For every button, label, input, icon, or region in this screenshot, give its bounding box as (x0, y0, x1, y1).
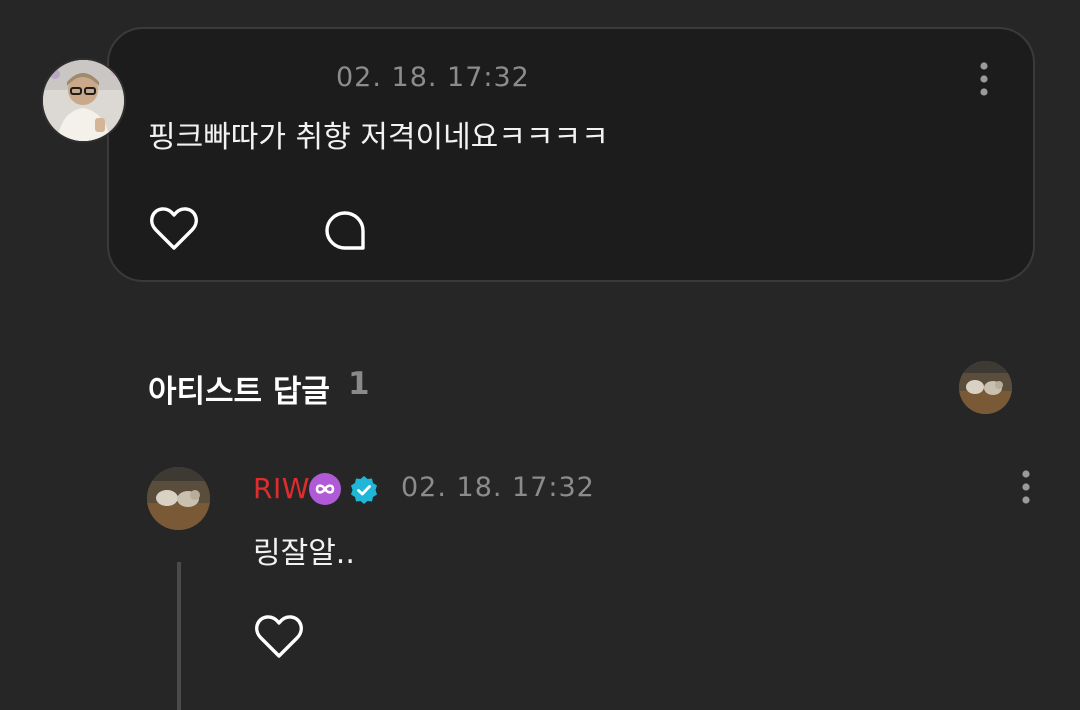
comment-like-button[interactable] (148, 204, 200, 254)
reply-author-avatar[interactable] (147, 467, 210, 530)
fan-avatar-photo (43, 60, 124, 141)
kebab-menu-icon (1022, 470, 1030, 504)
heart-outline-icon (150, 207, 198, 250)
comment-more-button[interactable] (974, 60, 994, 100)
artist-replies-title: 아티스트 답글 (148, 374, 330, 410)
verified-check-icon (348, 474, 380, 506)
artist-reply-page: 02. 18. 17:32 핑크빠따가 취향 저격이네요ㅋㅋㅋㅋ 아티스트 답글… (0, 0, 1080, 710)
reply-thread-line (177, 562, 181, 710)
artist-photo-avatar (959, 361, 1012, 414)
reply-like-button[interactable] (253, 612, 305, 662)
heart-outline-icon (255, 615, 303, 658)
fan-avatar[interactable] (41, 58, 126, 143)
reply-author-name[interactable]: RIW (253, 472, 310, 505)
comment-text: 핑크빠따가 취향 저격이네요ㅋㅋㅋㅋ (148, 120, 609, 155)
artist-replies-count: 1 (348, 366, 370, 402)
reply-timestamp: 02. 18. 17:32 (401, 472, 595, 503)
reply-text: 링잘알.. (253, 536, 355, 571)
comment-reply-button[interactable] (320, 206, 370, 256)
comment-timestamp: 02. 18. 17:32 (336, 62, 530, 93)
infinity-badge-icon (308, 472, 342, 506)
artist-preview-avatar[interactable] (959, 361, 1012, 414)
speech-bubble-icon (325, 211, 365, 250)
reply-more-button[interactable] (1016, 468, 1036, 508)
kebab-menu-icon (980, 62, 988, 96)
artist-photo-avatar (147, 467, 210, 530)
